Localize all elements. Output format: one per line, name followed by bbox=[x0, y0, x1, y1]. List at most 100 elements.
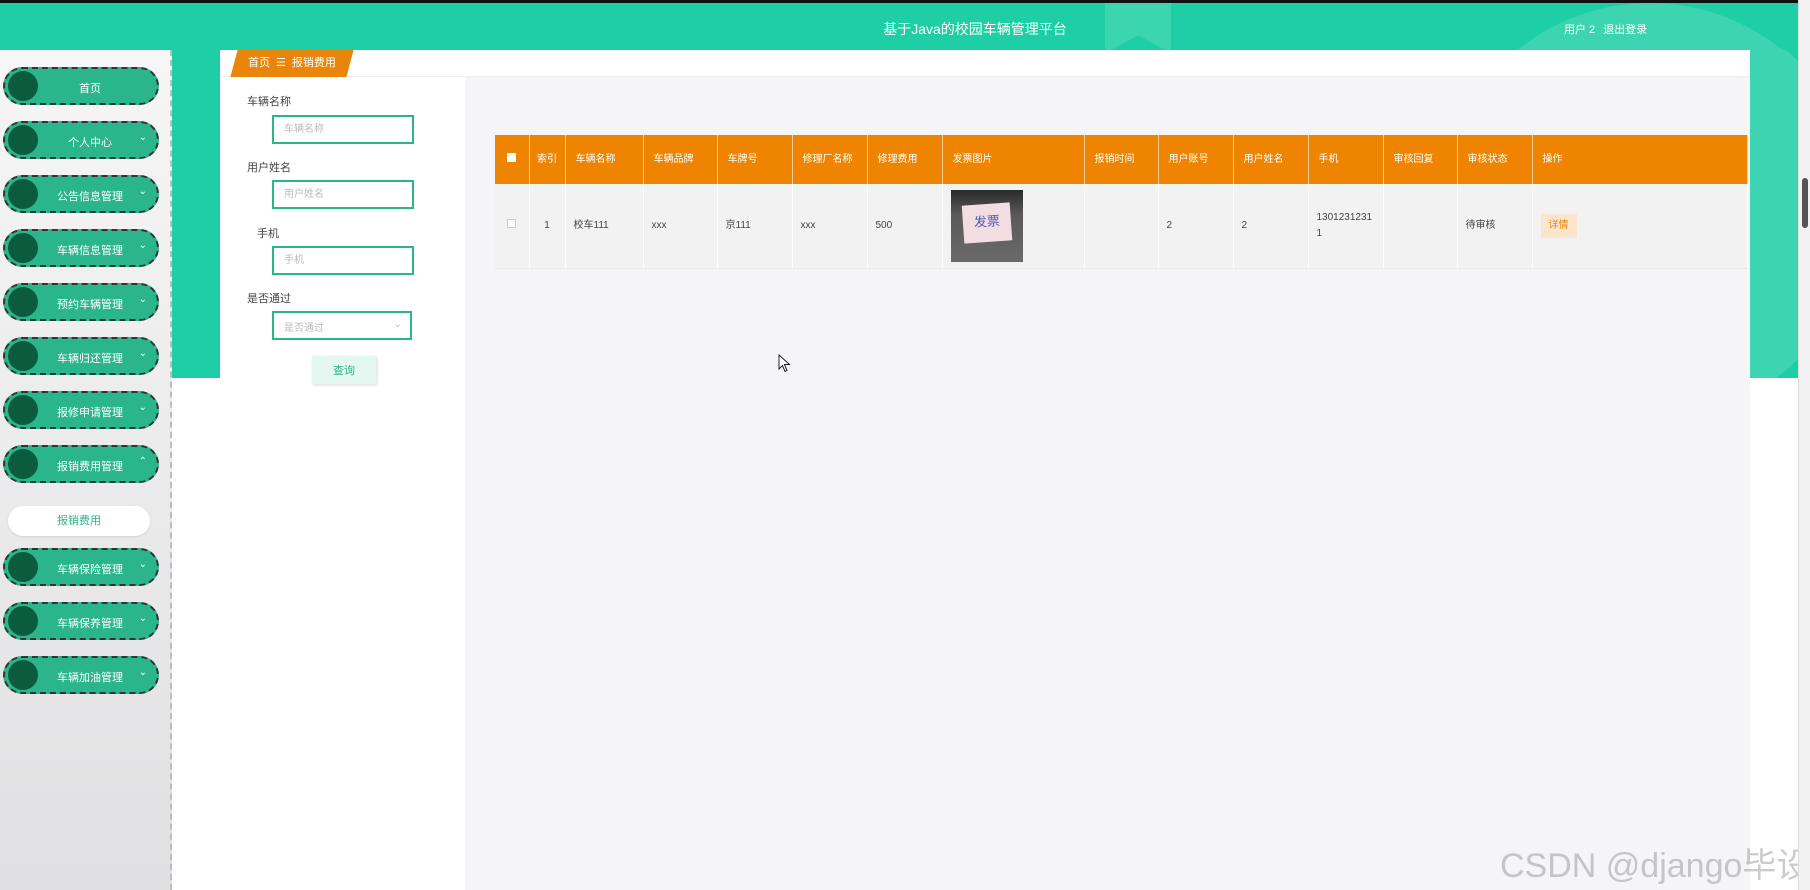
sidebar-item-personal-center[interactable]: 个人中心 ⌄ bbox=[3, 121, 159, 159]
reimbursement-table: 索引 车辆名称 车辆品牌 车牌号 修理厂名称 修理费用 发票图片 报销时间 用户… bbox=[495, 135, 1748, 269]
chevron-down-icon: ⌄ bbox=[138, 613, 147, 624]
sidebar-item-label: 报修申请管理 bbox=[57, 407, 123, 419]
sidebar-item-label: 公告信息管理 bbox=[57, 191, 123, 203]
sidebar-item-label: 个人中心 bbox=[68, 137, 112, 149]
detail-button[interactable]: 详情 bbox=[1540, 213, 1577, 238]
column-header-plate[interactable]: 车牌号 bbox=[717, 135, 793, 184]
search-panel: 车辆名称 用户姓名 手机 是否通过 是否通过 ⌄ 查询 bbox=[220, 77, 465, 890]
column-header-reply[interactable]: 审核回复 bbox=[1383, 135, 1458, 184]
sidebar-item-label: 车辆加油管理 bbox=[57, 672, 123, 684]
passed-select-placeholder: 是否通过 bbox=[284, 323, 324, 334]
vehicle-name-label: 车辆名称 bbox=[247, 96, 291, 108]
column-header-user-name[interactable]: 用户姓名 bbox=[1233, 135, 1309, 184]
user-info: 用户 2 退出登录 bbox=[1564, 21, 1655, 37]
cell-reply bbox=[1383, 184, 1458, 269]
cell-action: 详情 bbox=[1532, 184, 1748, 269]
passed-label: 是否通过 bbox=[247, 293, 291, 305]
select-all-checkbox[interactable] bbox=[495, 135, 530, 184]
sidebar-item-label: 预约车辆管理 bbox=[57, 299, 123, 311]
sidebar-item-refueling[interactable]: 车辆加油管理 ⌄ bbox=[3, 656, 159, 694]
sidebar-item-label: 车辆保险管理 bbox=[57, 564, 123, 576]
current-user: 用户 2 bbox=[1564, 24, 1596, 36]
user-name-label: 用户姓名 bbox=[247, 162, 291, 174]
menu-icon: ☰ bbox=[276, 57, 286, 69]
sidebar-item-repair-requests[interactable]: 报修申请管理 ⌄ bbox=[3, 391, 159, 429]
menu-dot-icon bbox=[8, 606, 38, 636]
breadcrumb-home[interactable]: 首页 bbox=[248, 57, 270, 69]
sidebar-item-vehicle-info[interactable]: 车辆信息管理 ⌄ bbox=[3, 229, 159, 267]
cell-user-name: 2 bbox=[1233, 184, 1309, 269]
main-content: 首页 ☰ 报销费用 车辆名称 用户姓名 手机 是否通过 是否通过 ⌄ 查询 索引 车… bbox=[220, 50, 1750, 890]
cell-time bbox=[1084, 184, 1159, 269]
breadcrumb: 首页 ☰ 报销费用 bbox=[230, 50, 354, 77]
sidebar-item-announcements[interactable]: 公告信息管理 ⌄ bbox=[3, 175, 159, 213]
menu-dot-icon bbox=[8, 395, 38, 425]
column-header-garage[interactable]: 修理厂名称 bbox=[792, 135, 868, 184]
row-checkbox[interactable] bbox=[495, 184, 530, 269]
table-row: 1 校车111 xxx 京111 xxx 500 发票 2 2 13012312… bbox=[495, 184, 1748, 269]
chevron-down-icon: ⌄ bbox=[138, 348, 147, 359]
phone-label: 手机 bbox=[257, 228, 279, 240]
chevron-down-icon: ⌄ bbox=[138, 402, 147, 413]
invoice-image[interactable]: 发票 bbox=[950, 189, 1023, 262]
top-header: 基于Java的校园车辆管理平台 用户 2 退出登录 bbox=[0, 0, 1798, 50]
sidebar-item-reservations[interactable]: 预约车辆管理 ⌄ bbox=[3, 283, 159, 321]
chevron-down-icon: ⌄ bbox=[138, 667, 147, 678]
cell-fee: 500 bbox=[867, 184, 943, 269]
menu-dot-icon bbox=[8, 341, 38, 371]
menu-dot-icon bbox=[8, 287, 38, 317]
breadcrumb-bar: 首页 ☰ 报销费用 bbox=[220, 50, 1750, 77]
mouse-cursor-icon bbox=[778, 354, 791, 373]
sidebar-item-maintenance[interactable]: 车辆保养管理 ⌄ bbox=[3, 602, 159, 640]
vehicle-name-input[interactable] bbox=[272, 115, 414, 144]
column-header-index[interactable]: 索引 bbox=[529, 135, 566, 184]
cell-status: 待审核 bbox=[1457, 184, 1533, 269]
menu-dot-icon bbox=[8, 552, 38, 582]
search-button[interactable]: 查询 bbox=[312, 356, 376, 384]
chevron-up-icon: ⌃ bbox=[138, 456, 147, 467]
column-header-status[interactable]: 审核状态 bbox=[1457, 135, 1533, 184]
cell-vehicle-name: 校车111 bbox=[565, 184, 644, 269]
column-header-fee[interactable]: 修理费用 bbox=[867, 135, 943, 184]
column-header-invoice[interactable]: 发票图片 bbox=[942, 135, 1085, 184]
cell-invoice: 发票 bbox=[942, 184, 1085, 269]
column-header-brand[interactable]: 车辆品牌 bbox=[643, 135, 718, 184]
column-header-action: 操作 bbox=[1532, 135, 1748, 184]
cell-garage: xxx bbox=[792, 184, 868, 269]
sidebar-item-home[interactable]: 首页 bbox=[3, 67, 159, 105]
user-name-input[interactable] bbox=[272, 180, 414, 209]
menu-dot-icon bbox=[8, 233, 38, 263]
checkbox-icon bbox=[507, 218, 517, 228]
menu-dot-icon bbox=[8, 71, 38, 101]
logout-link[interactable]: 退出登录 bbox=[1603, 24, 1647, 36]
column-header-vehicle-name[interactable]: 车辆名称 bbox=[565, 135, 644, 184]
column-header-time[interactable]: 报销时间 bbox=[1084, 135, 1159, 184]
chevron-down-icon: ⌄ bbox=[138, 294, 147, 305]
sidebar-item-label: 车辆信息管理 bbox=[57, 245, 123, 257]
sidebar-item-returns[interactable]: 车辆归还管理 ⌄ bbox=[3, 337, 159, 375]
menu-dot-icon bbox=[8, 125, 38, 155]
sidebar-subitem-reimbursement-fees[interactable]: 报销费用 bbox=[8, 506, 150, 536]
menu-dot-icon bbox=[8, 449, 38, 479]
scrollbar-thumb[interactable] bbox=[1802, 178, 1808, 228]
chevron-down-icon: ⌄ bbox=[138, 240, 147, 251]
sidebar-item-insurance[interactable]: 车辆保险管理 ⌄ bbox=[3, 548, 159, 586]
cell-index: 1 bbox=[529, 184, 566, 269]
column-header-account[interactable]: 用户账号 bbox=[1158, 135, 1234, 184]
menu-dot-icon bbox=[8, 660, 38, 690]
passed-select[interactable]: 是否通过 ⌄ bbox=[272, 311, 412, 340]
cell-brand: xxx bbox=[643, 184, 718, 269]
chevron-down-icon: ⌄ bbox=[138, 559, 147, 570]
page-scrollbar[interactable] bbox=[1798, 0, 1810, 890]
sidebar-item-label: 报销费用管理 bbox=[57, 461, 123, 473]
sidebar: 首页 个人中心 ⌄ 公告信息管理 ⌄ 车辆信息管理 ⌄ 预约车辆管理 ⌄ 车辆归… bbox=[0, 50, 172, 890]
phone-input[interactable] bbox=[272, 246, 414, 275]
chevron-down-icon: ⌄ bbox=[138, 186, 147, 197]
sidebar-item-label: 首页 bbox=[79, 83, 101, 95]
menu-dot-icon bbox=[8, 179, 38, 209]
cell-phone: 13012312311 bbox=[1308, 184, 1384, 269]
sidebar-item-reimbursement[interactable]: 报销费用管理 ⌃ bbox=[3, 445, 159, 483]
chevron-down-icon: ⌄ bbox=[393, 319, 402, 330]
checkbox-icon bbox=[507, 153, 517, 162]
column-header-phone[interactable]: 手机 bbox=[1308, 135, 1384, 184]
